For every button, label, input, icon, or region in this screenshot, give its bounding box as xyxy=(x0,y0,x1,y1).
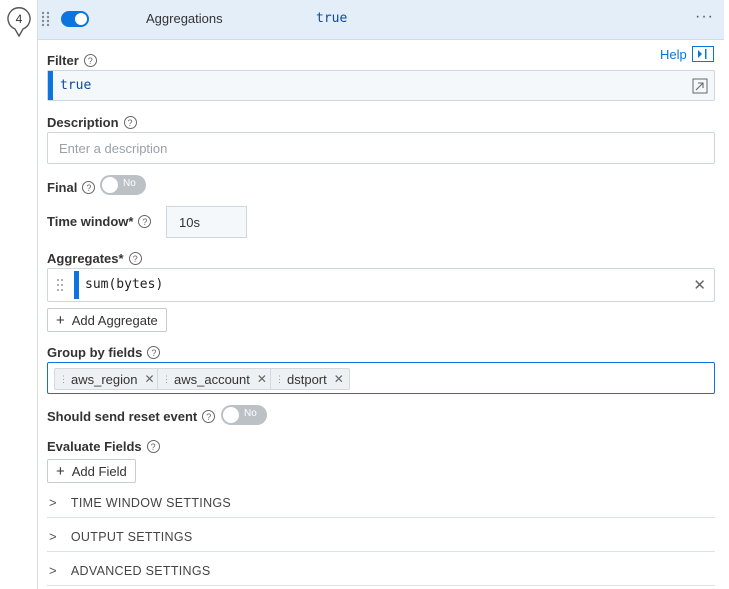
close-icon[interactable]: ✕ xyxy=(334,372,344,386)
aggregate-accent-bar xyxy=(74,271,79,299)
aggregate-expression: sum(bytes) xyxy=(85,277,164,292)
close-icon[interactable]: ✕ xyxy=(257,372,267,386)
drag-handle-icon[interactable]: ⋮ xyxy=(162,374,171,385)
close-icon[interactable]: ✕ xyxy=(145,372,155,386)
group-by-input[interactable]: ⋮ aws_region ✕ ⋮ aws_account ✕ ⋮ dstport… xyxy=(47,362,715,394)
description-input[interactable] xyxy=(48,133,714,163)
question-icon[interactable]: ? xyxy=(128,252,142,265)
question-icon[interactable]: ? xyxy=(82,181,96,194)
plus-icon: + xyxy=(56,462,65,480)
final-toggle-text: No xyxy=(123,178,136,189)
filter-value: true xyxy=(60,78,92,93)
drag-handle-icon[interactable] xyxy=(41,11,51,27)
help-link[interactable]: Help xyxy=(660,46,714,62)
help-panel-icon xyxy=(691,46,714,62)
time-window-input[interactable] xyxy=(166,206,247,238)
description-label: Description ? xyxy=(47,115,137,130)
filter-field[interactable]: true xyxy=(47,70,715,101)
add-field-button[interactable]: + Add Field xyxy=(47,459,136,483)
evaluate-fields-label: Evaluate Fields ? xyxy=(47,439,160,454)
expand-editor-icon[interactable] xyxy=(692,78,708,94)
plus-icon: + xyxy=(56,311,65,329)
question-icon[interactable]: ? xyxy=(147,346,161,359)
help-label: Help xyxy=(660,46,687,62)
aggregate-row[interactable]: sum(bytes) ✕ xyxy=(47,268,715,302)
output-settings-section[interactable]: > OUTPUT SETTINGS xyxy=(47,522,715,552)
question-icon[interactable]: ? xyxy=(146,440,160,453)
function-header[interactable]: Aggregations true ··· xyxy=(38,0,724,40)
description-field xyxy=(47,132,715,164)
reset-event-toggle[interactable]: No xyxy=(221,405,267,425)
advanced-settings-section[interactable]: > ADVANCED SETTINGS xyxy=(47,556,715,586)
tag-chip[interactable]: ⋮ aws_account ✕ xyxy=(157,368,273,390)
chevron-right-icon: > xyxy=(49,495,57,510)
step-number: 4 xyxy=(16,12,23,26)
reset-event-label: Should send reset event ? xyxy=(47,409,216,424)
chevron-right-icon: > xyxy=(49,563,57,578)
more-horizontal-icon[interactable]: ··· xyxy=(695,8,714,26)
question-icon[interactable]: ? xyxy=(123,116,137,129)
filter-accent-bar xyxy=(48,71,53,100)
function-filter-expr: true xyxy=(316,11,348,26)
pipeline-rail: 4 xyxy=(0,0,38,589)
step-number-badge: 4 xyxy=(7,7,31,38)
tag-chip[interactable]: ⋮ aws_region ✕ xyxy=(54,368,161,390)
chevron-right-icon: > xyxy=(49,529,57,544)
question-icon[interactable]: ? xyxy=(138,215,152,228)
filter-label: Filter ? xyxy=(47,53,97,68)
aggregates-label: Aggregates* ? xyxy=(47,251,142,266)
reset-event-toggle-text: No xyxy=(244,408,257,419)
close-icon[interactable]: ✕ xyxy=(693,276,706,294)
drag-handle-icon[interactable]: ⋮ xyxy=(59,374,68,385)
question-icon[interactable]: ? xyxy=(202,410,216,423)
rail-line xyxy=(37,0,38,589)
time-window-label: Time window* ? xyxy=(47,214,152,229)
add-aggregate-button[interactable]: + Add Aggregate xyxy=(47,308,167,332)
enable-function-toggle[interactable] xyxy=(61,11,89,27)
tag-chip[interactable]: ⋮ dstport ✕ xyxy=(270,368,350,390)
function-title: Aggregations xyxy=(146,11,223,26)
time-window-settings-section[interactable]: > TIME WINDOW SETTINGS xyxy=(47,488,715,518)
final-label: Final ? xyxy=(47,180,96,195)
final-toggle[interactable]: No xyxy=(100,175,146,195)
question-icon[interactable]: ? xyxy=(83,54,97,67)
group-by-label: Group by fields ? xyxy=(47,345,161,360)
drag-handle-icon[interactable] xyxy=(56,278,64,292)
drag-handle-icon[interactable]: ⋮ xyxy=(275,374,284,385)
